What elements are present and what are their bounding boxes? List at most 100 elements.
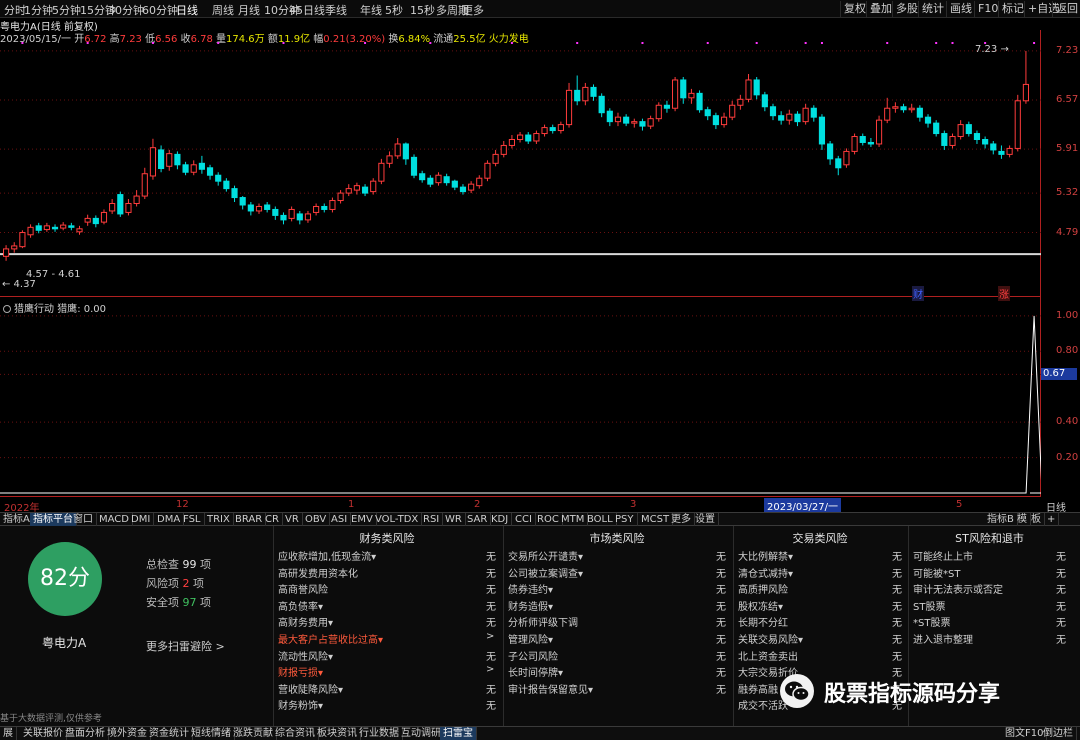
risk-item[interactable]: 营收陡降风险▾ — [278, 681, 343, 696]
candle-body — [370, 180, 377, 193]
indicator-tab[interactable]: 设置 — [692, 513, 719, 526]
risk-item[interactable]: 高质押风险 — [738, 581, 788, 596]
risk-item[interactable]: 进入退市整理 — [913, 631, 973, 646]
candle-body — [900, 106, 907, 111]
risk-item[interactable]: 债券违约▾ — [508, 581, 553, 596]
indicator-tab[interactable]: TRIX — [204, 513, 234, 526]
toolbar-button[interactable]: 标记 — [998, 1, 1027, 17]
candle-body — [508, 138, 516, 146]
bottom-tab[interactable]: 板块资讯 — [314, 727, 361, 740]
toolbar-button[interactable]: 统计 — [918, 1, 947, 17]
risk-item[interactable]: 高商誉风险 — [278, 581, 328, 596]
period-tab[interactable]: 30分钟 — [108, 2, 144, 18]
risk-item[interactable]: 子公司风险 — [508, 648, 558, 663]
period-tab[interactable]: 15秒 — [410, 2, 435, 18]
risk-item[interactable]: 公司被立案调查▾ — [508, 565, 583, 580]
bottom-tab[interactable]: 盘面分析 — [62, 727, 109, 740]
indicator-gear-icon[interactable] — [3, 305, 11, 313]
period-tab[interactable]: 5秒 — [385, 2, 403, 18]
period-tab[interactable]: 周线 — [212, 2, 234, 18]
indicator-tab[interactable]: PSY — [612, 513, 638, 526]
indicator-tab[interactable]: OBV — [302, 513, 331, 526]
bottom-tab[interactable]: 互动调研 — [398, 727, 445, 740]
candle-body — [174, 153, 181, 166]
bottom-tab[interactable]: 资金统计 — [146, 727, 193, 740]
risk-item[interactable]: 审计无法表示或否定 — [913, 581, 1003, 596]
risk-item[interactable]: 长期不分红 — [738, 614, 788, 629]
indicator-tab[interactable]: FSL — [180, 513, 205, 526]
bottom-tab[interactable]: 展 — [0, 727, 17, 740]
indicator-tab[interactable]: DMI — [128, 513, 155, 526]
bottom-tab[interactable]: 扫雷宝 — [440, 727, 477, 740]
bottom-tab[interactable]: 境外资金 — [104, 727, 151, 740]
toolbar-button[interactable]: 叠加 — [866, 1, 895, 17]
toolbar-button[interactable]: 多股 — [892, 1, 921, 17]
toolbar-button[interactable]: 画线 — [946, 1, 975, 17]
risk-item[interactable]: 大比例解禁▾ — [738, 548, 793, 563]
bottom-tab[interactable]: 关联报价 — [20, 727, 67, 740]
risk-item[interactable]: 清仓式减持▾ — [738, 565, 793, 580]
toolbar-button[interactable]: 返回 — [1052, 1, 1080, 17]
indicator-tab-right[interactable]: 板 — [1028, 513, 1045, 526]
risk-item[interactable]: 股权冻结▾ — [738, 598, 783, 613]
sidebar-toggle[interactable]: 倒边栏 — [1040, 727, 1077, 740]
period-tab[interactable]: 月线 — [238, 2, 260, 18]
indicator-tab[interactable]: WR — [442, 513, 466, 526]
risk-item[interactable]: *ST股票 — [913, 614, 950, 629]
indicator-tab[interactable]: CCI — [512, 513, 536, 526]
risk-item[interactable]: 关联交易风险▾ — [738, 631, 803, 646]
risk-item[interactable]: 财务造假▾ — [508, 598, 553, 613]
toolbar-button[interactable]: 复权 — [840, 1, 869, 17]
period-tab[interactable]: 60分钟 — [142, 2, 178, 18]
bottom-tab[interactable]: 综合资讯 — [272, 727, 319, 740]
indicator-tab[interactable]: 指标A — [0, 513, 34, 526]
indicator-tab[interactable]: KDJ — [488, 513, 513, 526]
indicator-tab[interactable]: 窗口 — [70, 513, 97, 526]
indicator-pane[interactable]: 猎鹰行动 猎鹰: 0.00 — [0, 297, 1041, 497]
period-tab[interactable]: 更多 — [462, 2, 484, 18]
period-tab[interactable]: 分时 — [4, 2, 26, 18]
period-tab[interactable]: 季线 — [325, 2, 347, 18]
risk-item[interactable]: ST股票 — [913, 598, 945, 613]
indicator-tab[interactable]: RSI — [420, 513, 444, 526]
risk-item[interactable]: 财务粉饰▾ — [278, 697, 323, 712]
risk-item[interactable]: 高财务费用▾ — [278, 614, 333, 629]
candle-body — [484, 162, 491, 179]
risk-item[interactable]: 分析师评级下调 — [508, 614, 578, 629]
period-tab[interactable]: 5分钟 — [52, 2, 81, 18]
indicator-tab[interactable]: CR — [262, 513, 283, 526]
indicator-tab[interactable]: 更多 — [668, 513, 695, 526]
candlestick-pane[interactable]: 7.23 → ← 4.37 4.57 - 4.61 财涨 — [0, 30, 1041, 301]
risk-item[interactable]: 可能被*ST — [913, 565, 960, 580]
risk-item[interactable]: 高负债率▾ — [278, 598, 323, 613]
risk-item[interactable]: 北上资金卖出 — [738, 648, 798, 663]
indicator-name[interactable]: 猎鹰行动 — [14, 304, 54, 315]
risk-item[interactable]: 可能终止上市 — [913, 548, 973, 563]
period-tab[interactable]: 1分钟 — [24, 2, 53, 18]
period-tab[interactable]: 日线 — [176, 2, 198, 18]
risk-item-status: 无 — [1056, 601, 1066, 613]
risk-item-status: 无 — [892, 552, 902, 563]
indicator-tab[interactable]: VOL-TDX — [372, 513, 423, 526]
indicator-tab-right[interactable]: 指标B — [984, 513, 1018, 526]
bottom-tab[interactable]: 短线情绪 — [188, 727, 235, 740]
risk-item[interactable]: 交易所公开谴责▾ — [508, 548, 583, 563]
period-tab[interactable]: 45日线 — [289, 2, 325, 18]
risk-item[interactable]: 财报亏损▾ — [278, 664, 323, 679]
risk-item[interactable]: 应收款增加,低现金流▾ — [278, 548, 376, 563]
risk-item[interactable]: 管理风险▾ — [508, 631, 553, 646]
risk-item[interactable]: 融券高融 — [738, 681, 778, 696]
risk-item[interactable]: 高研发费用资本化 — [278, 565, 358, 580]
candle-body — [92, 217, 99, 225]
bottom-tab[interactable]: 涨跌贡献 — [230, 727, 277, 740]
risk-item[interactable]: 长时间停牌▾ — [508, 664, 563, 679]
risk-item[interactable]: 审计报告保留意见▾ — [508, 681, 593, 696]
indicator-tab-right[interactable]: + — [1044, 513, 1060, 526]
risk-item[interactable]: 最大客户占营收比过高▾ — [278, 631, 383, 646]
bottom-tab[interactable]: 行业数据 — [356, 727, 403, 740]
more-scan-link[interactable]: 更多扫雷避险 > — [146, 638, 225, 654]
risk-item[interactable]: 流动性风险▾ — [278, 648, 333, 663]
period-tab[interactable]: 年线 — [360, 2, 382, 18]
indicator-tab[interactable]: VR — [282, 513, 303, 526]
crosshair-date: 2023/03/27/一 — [764, 498, 842, 513]
